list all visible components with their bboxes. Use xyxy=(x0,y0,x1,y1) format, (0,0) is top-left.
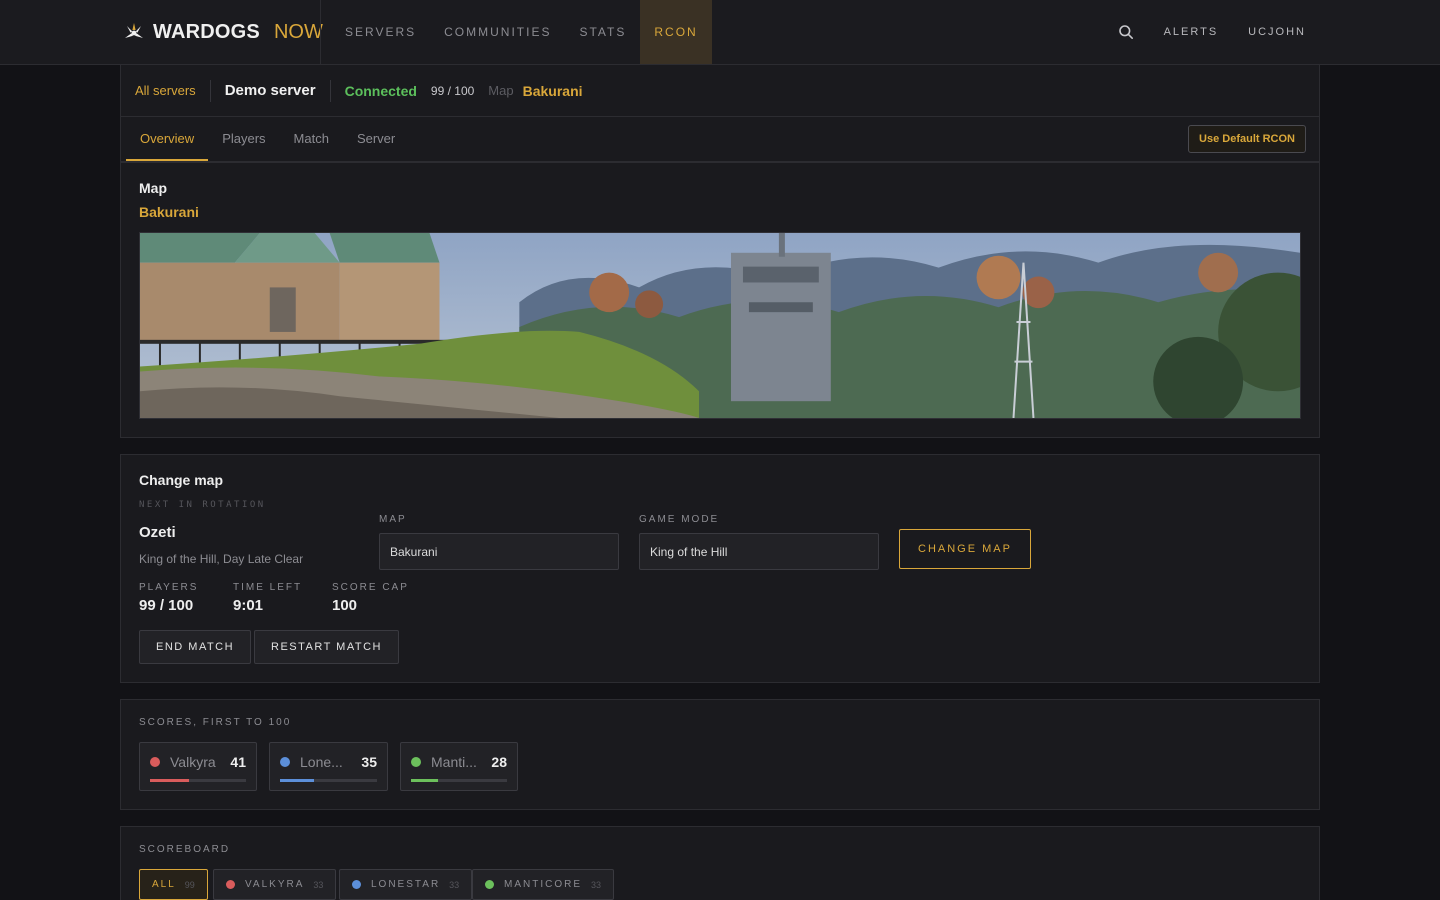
team-score: 35 xyxy=(361,754,377,770)
next-map-name: Ozeti xyxy=(139,524,176,541)
team-color-dot xyxy=(280,757,290,767)
search-icon[interactable] xyxy=(1118,24,1134,40)
next-in-rotation-label: NEXT IN ROTATION xyxy=(139,500,266,510)
map-select[interactable]: Bakurani xyxy=(379,533,619,570)
team-color-dot xyxy=(226,880,235,889)
score-progress-track xyxy=(280,779,377,782)
score-progress-track xyxy=(411,779,507,782)
tab-server[interactable]: Server xyxy=(343,117,409,161)
top-right-actions: ALERTS UCJOHN xyxy=(1118,0,1306,64)
tab-match[interactable]: Match xyxy=(280,117,343,161)
filter-count: 33 xyxy=(313,879,324,890)
brand-logo[interactable]: WARDOGS NOW xyxy=(123,0,323,64)
score-progress-fill xyxy=(280,779,314,782)
brand-name: WARDOGS xyxy=(153,20,260,43)
filter-label: MANTICORE xyxy=(504,879,582,890)
scores-card: SCORES, FIRST TO 100 Valkyra 41 Lone... … xyxy=(120,699,1320,810)
team-color-dot xyxy=(150,757,160,767)
stat-time-left: TIME LEFT 9:01 xyxy=(233,582,302,614)
breadcrumb-divider xyxy=(209,79,211,102)
nav-servers[interactable]: SERVERS xyxy=(331,0,430,64)
score-progress-fill xyxy=(150,779,190,782)
nav-rcon[interactable]: RCON xyxy=(640,0,712,64)
stat-players: PLAYERS 99 / 100 xyxy=(139,582,198,614)
tab-overview[interactable]: Overview xyxy=(126,117,209,161)
stat-value: 99 / 100 xyxy=(139,597,194,614)
tab-players[interactable]: Players xyxy=(208,117,279,161)
nav-communities[interactable]: COMMUNITIES xyxy=(430,0,565,64)
map-preview-image xyxy=(139,232,1301,419)
filter-label: ALL xyxy=(152,879,176,890)
change-map-card: Change map NEXT IN ROTATION Ozeti King o… xyxy=(120,454,1320,683)
team-name: Valkyra xyxy=(170,754,216,770)
stat-value: 9:01 xyxy=(233,597,264,614)
team-color-dot xyxy=(352,880,361,889)
wardogs-logo-icon xyxy=(125,23,143,38)
map-field-label: MAP xyxy=(379,514,407,525)
team-score-manticore: Manti... 28 xyxy=(400,742,518,791)
stat-label: TIME LEFT xyxy=(233,582,303,593)
server-name: Demo server xyxy=(224,82,316,99)
server-header: All servers Demo server Connected 99 / 1… xyxy=(120,65,1320,117)
score-progress-track xyxy=(150,779,246,782)
stat-value: 100 xyxy=(332,597,358,614)
top-navbar: WARDOGS NOW SERVERS COMMUNITIES STATS RCO… xyxy=(0,0,1440,65)
filter-count: 33 xyxy=(449,879,460,890)
map-card-map-name: Bakurani xyxy=(139,204,199,220)
end-match-button[interactable]: END MATCH xyxy=(139,630,252,664)
player-count: 99 / 100 xyxy=(430,83,475,98)
filter-label: VALKYRA xyxy=(245,879,305,890)
current-map-name: Bakurani xyxy=(522,82,583,99)
game-mode-select[interactable]: King of the Hill xyxy=(639,533,879,570)
team-score: 28 xyxy=(491,754,507,770)
team-name: Manti... xyxy=(431,754,477,770)
team-color-dot xyxy=(485,880,494,889)
game-mode-field-label: GAME MODE xyxy=(639,514,720,525)
map-card-title: Map xyxy=(139,180,167,196)
all-servers-link[interactable]: All servers xyxy=(135,83,196,98)
filter-count: 33 xyxy=(591,879,602,890)
alerts-link[interactable]: ALERTS xyxy=(1164,26,1219,38)
filter-manticore[interactable]: MANTICORE 33 xyxy=(472,869,615,900)
breadcrumb-divider xyxy=(329,79,331,102)
next-map-mode: King of the Hill, Day Late Clear xyxy=(139,552,304,566)
use-default-rcon-button[interactable]: Use Default RCON xyxy=(1188,125,1306,153)
stat-label: PLAYERS xyxy=(139,582,199,593)
scores-title: SCORES, FIRST TO 100 xyxy=(139,717,292,728)
team-score-lonestar: Lone... 35 xyxy=(269,742,388,791)
filter-label: LONESTAR xyxy=(371,879,441,890)
team-color-dot xyxy=(411,757,421,767)
map-key-label: Map xyxy=(488,83,514,98)
brand-divider xyxy=(320,0,321,64)
change-map-button[interactable]: CHANGE MAP xyxy=(899,529,1031,569)
brand-accent: NOW xyxy=(273,20,323,43)
team-score: 41 xyxy=(230,754,246,770)
filter-lonestar[interactable]: LONESTAR 33 xyxy=(339,869,473,900)
filter-count: 99 xyxy=(184,879,195,890)
nav-stats[interactable]: STATS xyxy=(565,0,640,64)
team-score-valkyra: Valkyra 41 xyxy=(139,742,257,791)
stat-label: SCORE CAP xyxy=(332,582,409,593)
main-nav: SERVERS COMMUNITIES STATS RCON xyxy=(331,0,712,64)
change-map-title: Change map xyxy=(139,472,224,488)
scoreboard-title: SCOREBOARD xyxy=(139,844,231,855)
scoreboard-card: SCOREBOARD ALL 99 VALKYRA 33 LONESTAR 33… xyxy=(120,826,1320,900)
filter-all[interactable]: ALL 99 xyxy=(139,869,208,900)
server-tabs: Overview Players Match Server Use Defaul… xyxy=(120,117,1320,162)
stat-score-cap: SCORE CAP 100 xyxy=(332,582,409,614)
connection-status: Connected xyxy=(344,82,417,99)
map-card: Map Bakurani xyxy=(120,162,1320,438)
score-progress-fill xyxy=(411,779,438,782)
team-name: Lone... xyxy=(300,754,343,770)
filter-valkyra[interactable]: VALKYRA 33 xyxy=(213,869,337,900)
restart-match-button[interactable]: RESTART MATCH xyxy=(254,630,399,664)
user-menu[interactable]: UCJOHN xyxy=(1248,26,1306,38)
